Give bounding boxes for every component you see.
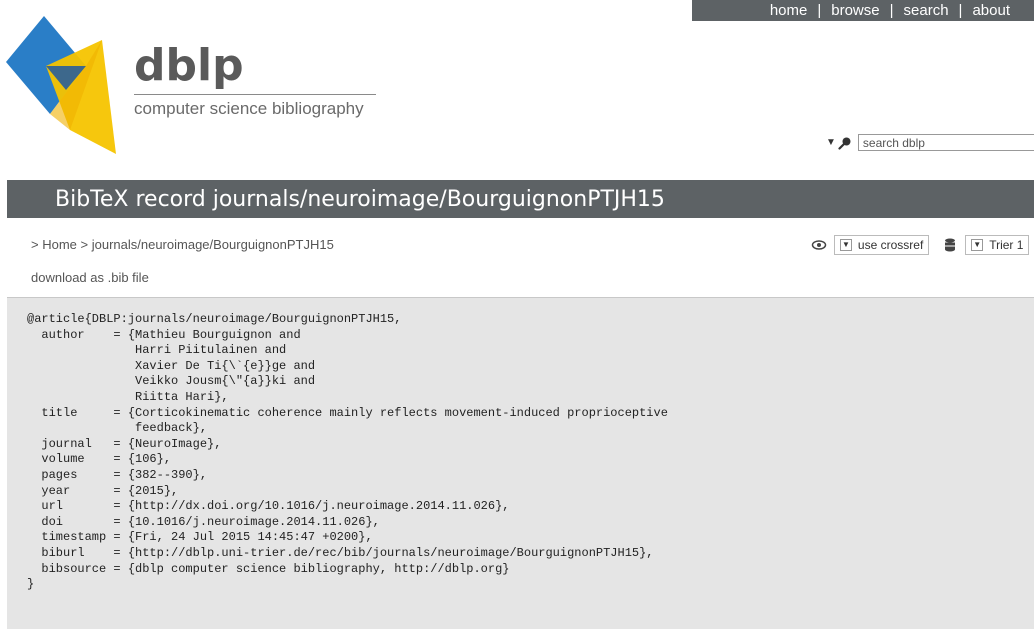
search-icon[interactable]	[838, 136, 852, 150]
top-nav: home | browse | search | about	[692, 0, 1034, 21]
server-select-label: Trier 1	[989, 238, 1024, 252]
record-controls: ▼ use crossref ▼ Trier 1	[810, 235, 1030, 255]
search-input[interactable]	[857, 134, 1034, 151]
page-title: BibTeX record journals/neuroimage/Bourgu…	[55, 186, 665, 212]
page-title-bar: BibTeX record journals/neuroimage/Bourgu…	[7, 180, 1034, 218]
use-crossref-label: use crossref	[857, 238, 924, 252]
brand-name[interactable]: dblp	[134, 44, 244, 88]
bibtex-record: @article{DBLP:journals/neuroimage/Bourgu…	[27, 312, 668, 592]
use-crossref-button[interactable]: ▼ use crossref	[834, 235, 930, 255]
search-options-chevron-icon[interactable]: ▼	[826, 137, 836, 148]
database-icon	[945, 238, 956, 252]
breadcrumb-home[interactable]: Home	[42, 237, 77, 252]
nav-search[interactable]: search	[894, 2, 959, 19]
brand-divider	[134, 94, 376, 95]
breadcrumb-separator: >	[76, 237, 92, 252]
brand: dblp computer science bibliography	[134, 44, 376, 118]
brand-subtitle: computer science bibliography	[134, 99, 364, 118]
chevron-down-icon: ▼	[971, 239, 984, 251]
chevron-down-icon: ▼	[840, 239, 852, 251]
nav-browse[interactable]: browse	[821, 2, 889, 19]
server-select-button[interactable]: ▼ Trier 1	[965, 235, 1030, 255]
nav-about[interactable]: about	[962, 2, 1020, 19]
bibtex-box: @article{DBLP:journals/neuroimage/Bourgu…	[7, 297, 1034, 629]
search-area: ▼	[826, 134, 1034, 151]
download-bib-link[interactable]: download as .bib file	[31, 270, 149, 285]
nav-home[interactable]: home	[760, 2, 818, 19]
breadcrumb-prefix: >	[31, 237, 43, 252]
breadcrumb: > Home > journals/neuroimage/Bourguignon…	[31, 237, 334, 252]
breadcrumb-current[interactable]: journals/neuroimage/BourguignonPTJH15	[92, 237, 334, 252]
eye-icon	[811, 240, 827, 250]
